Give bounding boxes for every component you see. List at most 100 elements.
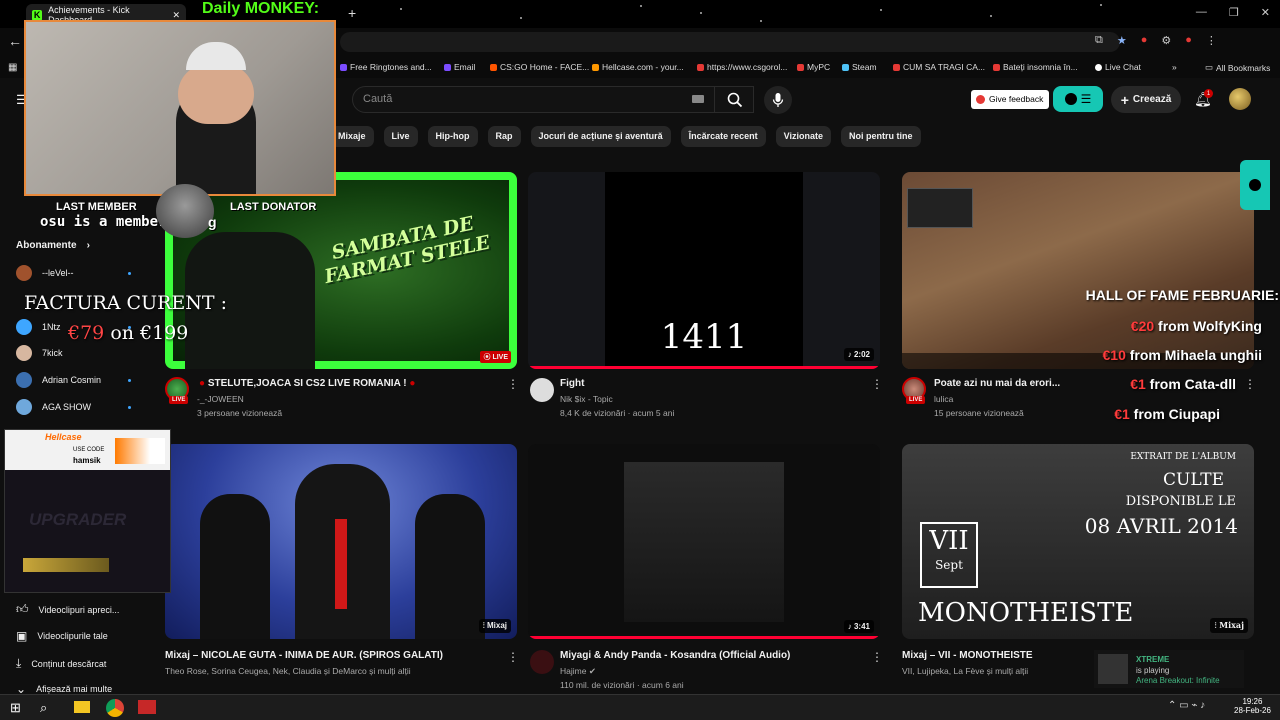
extension-side-tab[interactable] <box>1240 160 1270 210</box>
video-title[interactable]: Miyagi & Andy Panda - Kosandra (Official… <box>560 650 790 661</box>
video-artists[interactable]: Theo Rose, Sorina Ceugea, Nek, Claudia ș… <box>165 666 411 676</box>
video-title[interactable]: Mixaj – NICOLAE GUTA - INIMA DE AUR. (SP… <box>165 650 443 661</box>
extension-icon[interactable]: ● <box>1141 34 1148 47</box>
install-icon[interactable]: ⧉ <box>1095 34 1103 47</box>
obs-app-icon[interactable] <box>138 700 156 714</box>
sidebar-item-liked-videos[interactable]: 👍︎ Videoclipuri apreci... <box>16 602 119 617</box>
address-bar-icons: ⧉ ★ ● ⚙ ● ⋮ <box>1095 34 1217 47</box>
url-field[interactable] <box>340 32 1120 52</box>
bookmark-star-icon[interactable]: ★ <box>1117 34 1127 47</box>
sidebar-item-channel[interactable]: 7kick <box>16 345 63 361</box>
more-options-icon[interactable]: ⋮ <box>1244 377 1256 391</box>
video-artists[interactable]: VII, Lujipeka, La Fève și mulți alții <box>902 666 1028 676</box>
bookmark[interactable]: Bateți insomnia în... <box>993 62 1078 72</box>
sidebar-subscriptions-header[interactable]: Abonamente › <box>16 240 90 251</box>
video-icon: ▣ <box>16 629 28 643</box>
voice-search-button[interactable] <box>764 86 792 114</box>
search-button[interactable] <box>714 86 754 113</box>
maximize-icon[interactable]: ❐ <box>1229 6 1239 19</box>
channel-name[interactable]: Nik $ix - Topic <box>560 394 613 404</box>
chip-new-for-you[interactable]: Noi pentru tine <box>841 126 921 147</box>
more-options-icon[interactable]: ⋮ <box>507 650 519 664</box>
profile-icon[interactable]: ● <box>1185 34 1192 47</box>
minimize-icon[interactable]: — <box>1196 6 1207 19</box>
bookmark[interactable]: Steam <box>842 62 877 72</box>
chip-mixaje[interactable]: Mixaje <box>330 126 374 147</box>
bookmark[interactable]: CS:GO Home - FACE... <box>490 62 589 72</box>
thumbnail-album-art <box>624 462 784 622</box>
video-title[interactable]: Fight <box>560 378 584 389</box>
donation-entry: €20 from WolfyKing <box>1130 318 1262 334</box>
create-button[interactable]: + Creează <box>1111 86 1181 113</box>
hellcase-banner: Hellcase USE CODE hamsik <box>5 430 170 470</box>
chip-watched[interactable]: Vizionate <box>775 126 831 147</box>
video-thumbnail[interactable]: ♪ 3:41 <box>528 444 880 639</box>
channel-avatar[interactable] <box>530 650 554 674</box>
bookmark[interactable]: MyPC <box>797 62 830 72</box>
back-arrow-icon[interactable]: ← <box>8 33 22 49</box>
bookmark-favicon-icon <box>993 63 1000 71</box>
video-thumbnail[interactable]: SAMBATA DE FARMAT STELE ⦿ LIVE <box>165 172 517 369</box>
tray-icons[interactable]: ⌃ ▭ ⌁ ♪ <box>1168 700 1205 711</box>
menu-icon[interactable]: ⋮ <box>1206 34 1217 47</box>
game-cover-icon <box>1098 654 1128 684</box>
clock[interactable]: 19:26 28-Feb-26 <box>1234 697 1271 715</box>
bookmark[interactable]: https://www.csgorol... <box>697 62 787 72</box>
window-controls: — ❐ ✕ <box>1196 6 1270 19</box>
puzzle-icon[interactable]: ⚙ <box>1161 34 1171 47</box>
extension-button[interactable]: ☰ <box>1053 86 1103 112</box>
sidebar-item-your-videos[interactable]: ▣ Videoclipurile tale <box>16 629 108 643</box>
bookmark[interactable]: CUM SA TRAGI CA... <box>893 62 985 72</box>
video-thumbnail[interactable]: ⫶ Mixaj <box>165 444 517 639</box>
chevron-right-icon[interactable]: » <box>1172 62 1177 72</box>
donation-entry: €1 from Cata-dll <box>1130 376 1236 392</box>
sidebar-item-channel[interactable]: 1Ntz <box>16 319 61 335</box>
video-title[interactable]: ● STELUTE,JOACA SI CS2 LIVE ROMANIA ! ● <box>199 378 415 389</box>
chip-recent[interactable]: Încărcate recent <box>680 126 766 147</box>
more-options-icon[interactable]: ⋮ <box>871 650 883 664</box>
sidebar-item-channel[interactable]: Adrian Cosmin <box>16 372 101 388</box>
bookmark[interactable]: Free Ringtones and... <box>340 62 432 72</box>
close-window-icon[interactable]: ✕ <box>1261 6 1270 19</box>
bookmark[interactable]: Hellcase.com - your... <box>592 62 684 72</box>
thumbnail-album-label: EXTRAIT DE L'ALBUM <box>1130 452 1236 462</box>
chip-live[interactable]: Live <box>383 126 418 147</box>
red-dot-icon: ● <box>199 378 206 389</box>
video-thumbnail[interactable]: 1411 ♪ 2:02 <box>528 172 880 369</box>
windows-start-icon[interactable]: ⊞ <box>10 700 21 716</box>
sidebar-item-channel[interactable]: AGA SHOW <box>16 399 91 415</box>
chip-hip-hop[interactable]: Hip-hop <box>427 126 478 147</box>
watch-progress-bar <box>528 366 880 369</box>
video-title[interactable]: Mixaj – VII - MONOTHEISTE <box>902 650 1033 661</box>
list-icon: ☰ <box>1080 92 1092 106</box>
video-thumbnail[interactable]: EXTRAIT DE L'ALBUM CULTE DISPONIBLE LE 0… <box>902 444 1254 639</box>
sidebar-item-channel[interactable]: --leVel-- <box>16 265 74 281</box>
bookmark[interactable]: Live Chat <box>1095 62 1141 72</box>
file-explorer-icon[interactable] <box>74 701 90 713</box>
tab-close-icon[interactable]: ✕ <box>172 10 180 21</box>
channel-name[interactable]: -_-JOWEEN <box>197 394 244 404</box>
sidebar-item-downloads[interactable]: ⤓ Conținut descărcat <box>16 656 106 671</box>
channel-name[interactable]: Hajime ✔ <box>560 666 596 677</box>
chrome-icon[interactable] <box>106 699 124 717</box>
donation-list: €20 from WolfyKing €10 from Mihaela ungh… <box>902 316 1262 426</box>
video-meta: 3 persoane vizionează <box>197 408 283 418</box>
account-avatar[interactable] <box>1229 88 1251 110</box>
more-options-icon[interactable]: ⋮ <box>507 377 519 391</box>
taskbar-search-icon[interactable]: ⌕ <box>40 700 47 716</box>
bookmark[interactable]: Email <box>444 62 475 72</box>
chip-rap[interactable]: Rap <box>487 126 521 147</box>
bookmark-favicon-icon <box>842 63 849 71</box>
more-options-icon[interactable]: ⋮ <box>871 377 883 391</box>
apps-grid-icon[interactable]: ▦ <box>8 62 17 73</box>
all-bookmarks[interactable]: ▭ All Bookmarks <box>1205 62 1270 73</box>
streamer-webcam <box>24 20 336 196</box>
new-tab-icon[interactable]: + <box>348 5 356 21</box>
thumbnail-dispo: DISPONIBLE LE <box>1125 494 1236 509</box>
keyboard-icon[interactable] <box>692 95 704 103</box>
chevron-right-icon: › <box>86 240 90 251</box>
chip-action-games[interactable]: Jocuri de acțiune și aventură <box>530 126 671 147</box>
channel-avatar[interactable] <box>530 378 554 402</box>
xtreme-game: Arena Breakout: Infinite <box>1136 676 1220 685</box>
give-feedback-button[interactable]: Give feedback <box>971 90 1050 109</box>
